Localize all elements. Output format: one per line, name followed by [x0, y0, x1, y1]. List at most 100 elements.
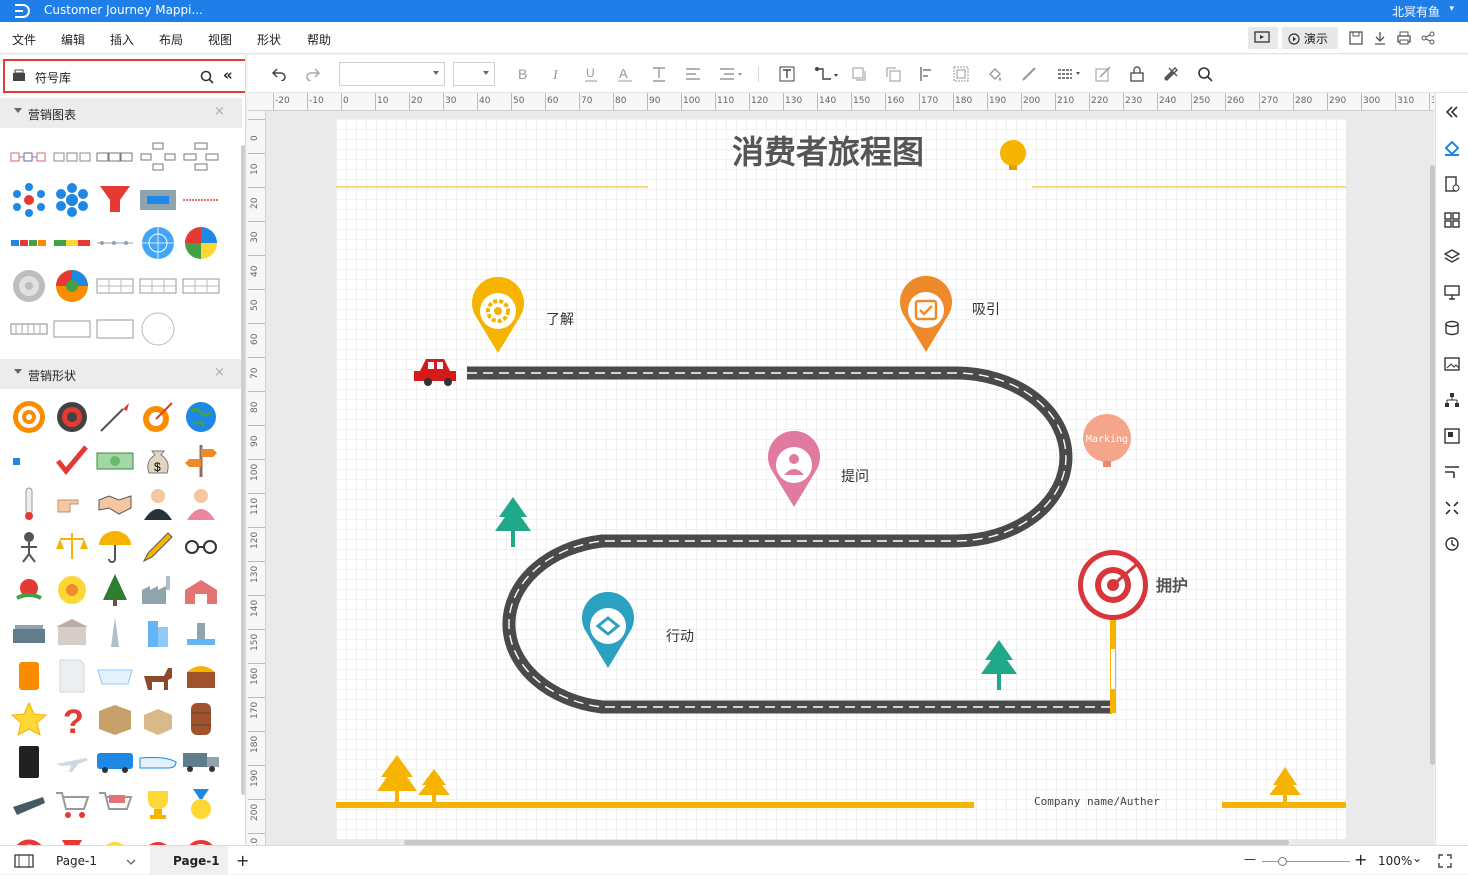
shape-signpost[interactable] [182, 443, 220, 479]
shape-open-box[interactable] [139, 701, 177, 737]
shape-glasses[interactable] [182, 529, 220, 565]
shape-money-bag[interactable]: $ [139, 443, 177, 479]
align-icon[interactable] [684, 65, 702, 83]
menu-shape[interactable]: 形状 [257, 31, 281, 48]
menu-file[interactable]: 文件 [12, 31, 36, 48]
shape-dotted-line[interactable] [182, 182, 220, 218]
expand-panel-icon[interactable] [1443, 103, 1461, 121]
user-name[interactable]: 北冥有鱼 [1392, 3, 1440, 20]
yellow-tree-icon[interactable] [377, 755, 417, 803]
align-left-icon[interactable] [918, 65, 936, 83]
shape-pie-quadrant[interactable] [182, 225, 220, 261]
shape-progress-bar[interactable] [53, 225, 91, 261]
section-header-marketing-shapes[interactable]: 营销形状 × [0, 359, 242, 389]
stage-label-inquiry[interactable]: 提问 [841, 469, 869, 485]
user-menu-caret-icon[interactable]: ▾ [1449, 4, 1454, 14]
shape-hub-diagram[interactable] [10, 182, 48, 218]
shape-rectangle-frame[interactable] [53, 311, 91, 347]
shape-banner[interactable] [139, 182, 177, 218]
line-style-icon[interactable] [1056, 65, 1082, 83]
text-style-icon[interactable] [650, 65, 668, 83]
shape-stop-sign[interactable] [139, 830, 177, 845]
page-dropdown[interactable]: Page-1 [56, 854, 97, 868]
lock-icon[interactable] [1128, 65, 1146, 83]
zoom-slider-handle[interactable] [1278, 857, 1287, 866]
menu-view[interactable]: 视图 [208, 31, 232, 48]
diagram-title[interactable]: 消费者旅程图 [732, 133, 924, 171]
page-tab-active[interactable]: Page-1 [150, 846, 228, 875]
italic-icon[interactable]: I [548, 65, 566, 83]
image-icon[interactable] [1443, 355, 1461, 373]
stage-label-awareness[interactable]: 了解 [546, 312, 574, 328]
menu-layout[interactable]: 布局 [159, 31, 183, 48]
shape-medal[interactable] [182, 787, 220, 823]
line-color-icon[interactable] [1020, 65, 1038, 83]
shape-treasure-chest[interactable] [182, 658, 220, 694]
shape-ship[interactable] [10, 787, 48, 823]
shape-target-arrow[interactable] [139, 399, 177, 435]
style-fill-icon[interactable] [1443, 139, 1461, 157]
shape-globe[interactable] [182, 399, 220, 435]
shape-cone[interactable] [53, 830, 91, 845]
shape-airplane[interactable] [53, 744, 91, 780]
find-icon[interactable] [1196, 65, 1214, 83]
shape-gray-target[interactable] [10, 268, 48, 304]
shape-no-entry[interactable] [182, 830, 220, 845]
shape-cart-full[interactable] [96, 787, 134, 823]
shape-scales[interactable] [53, 529, 91, 565]
stage-marker-awareness[interactable] [472, 276, 524, 353]
menu-help[interactable]: 帮助 [307, 31, 331, 48]
section-header-marketing-charts[interactable]: 营销图表 × [0, 98, 242, 128]
shape-dancing-figure[interactable] [10, 529, 48, 565]
shape-checkmark[interactable] [53, 443, 91, 479]
shape-truck[interactable] [182, 744, 220, 780]
zoom-in-button[interactable]: + [1354, 850, 1367, 869]
lightbulb-icon[interactable] [1000, 140, 1026, 170]
shape-bank[interactable] [53, 615, 91, 651]
shape-table-chart-2[interactable] [139, 268, 177, 304]
shape-star[interactable] [10, 701, 48, 737]
shape-dollar-bill[interactable] [96, 443, 134, 479]
hierarchy-icon[interactable] [1443, 391, 1461, 409]
shape-target-rings[interactable] [10, 399, 48, 435]
add-page-button[interactable]: + [236, 851, 249, 870]
zoom-caret-icon[interactable]: ⌄ [1412, 851, 1422, 865]
shape-bus[interactable] [96, 744, 134, 780]
diagram-page[interactable]: 消费者旅程图 了解 吸引 Marking 提问 行动 拥护 Company na… [336, 119, 1346, 839]
bold-icon[interactable]: B [514, 65, 532, 83]
winding-road[interactable] [467, 366, 1112, 714]
shape-target-circle[interactable] [139, 225, 177, 261]
shape-businesswoman[interactable] [182, 486, 220, 522]
shape-coin[interactable] [96, 830, 134, 845]
shape-pencil[interactable] [139, 529, 177, 565]
shape-question-mark[interactable]: ? [53, 701, 91, 737]
library-search-bar[interactable]: 符号库 « [3, 59, 245, 93]
stage-label-advocacy[interactable]: 拥护 [1156, 576, 1188, 595]
shape-thermometer[interactable] [10, 486, 48, 522]
shape-flow-chart[interactable] [10, 139, 48, 175]
shape-lifebuoy[interactable] [10, 830, 48, 845]
shape-pointing-hand[interactable] [53, 486, 91, 522]
car-icon[interactable] [414, 359, 456, 386]
save-icon[interactable] [1348, 30, 1364, 46]
download-icon[interactable] [1372, 30, 1388, 46]
zoom-out-button[interactable]: — [1244, 852, 1256, 866]
send-back-icon[interactable] [884, 65, 902, 83]
group-icon[interactable] [952, 65, 970, 83]
shape-tray[interactable] [96, 658, 134, 694]
close-section-icon[interactable]: × [214, 365, 225, 380]
print-icon[interactable] [1396, 30, 1412, 46]
shape-trophy[interactable] [139, 787, 177, 823]
page-settings-icon[interactable] [1443, 175, 1461, 193]
shape-circle-frame[interactable] [139, 311, 177, 347]
slideshow-button[interactable] [1248, 27, 1278, 49]
fit-shape-icon[interactable] [1443, 499, 1461, 517]
search-icon[interactable] [199, 69, 215, 85]
font-color-icon[interactable]: A [616, 65, 634, 83]
shape-shop[interactable] [10, 615, 48, 651]
shape-businessman[interactable] [139, 486, 177, 522]
shape-org-chart[interactable] [182, 139, 220, 175]
shape-hotel-tower[interactable] [96, 615, 134, 651]
shape-ruler-bar[interactable] [10, 311, 48, 347]
shape-umbrella[interactable] [96, 529, 134, 565]
